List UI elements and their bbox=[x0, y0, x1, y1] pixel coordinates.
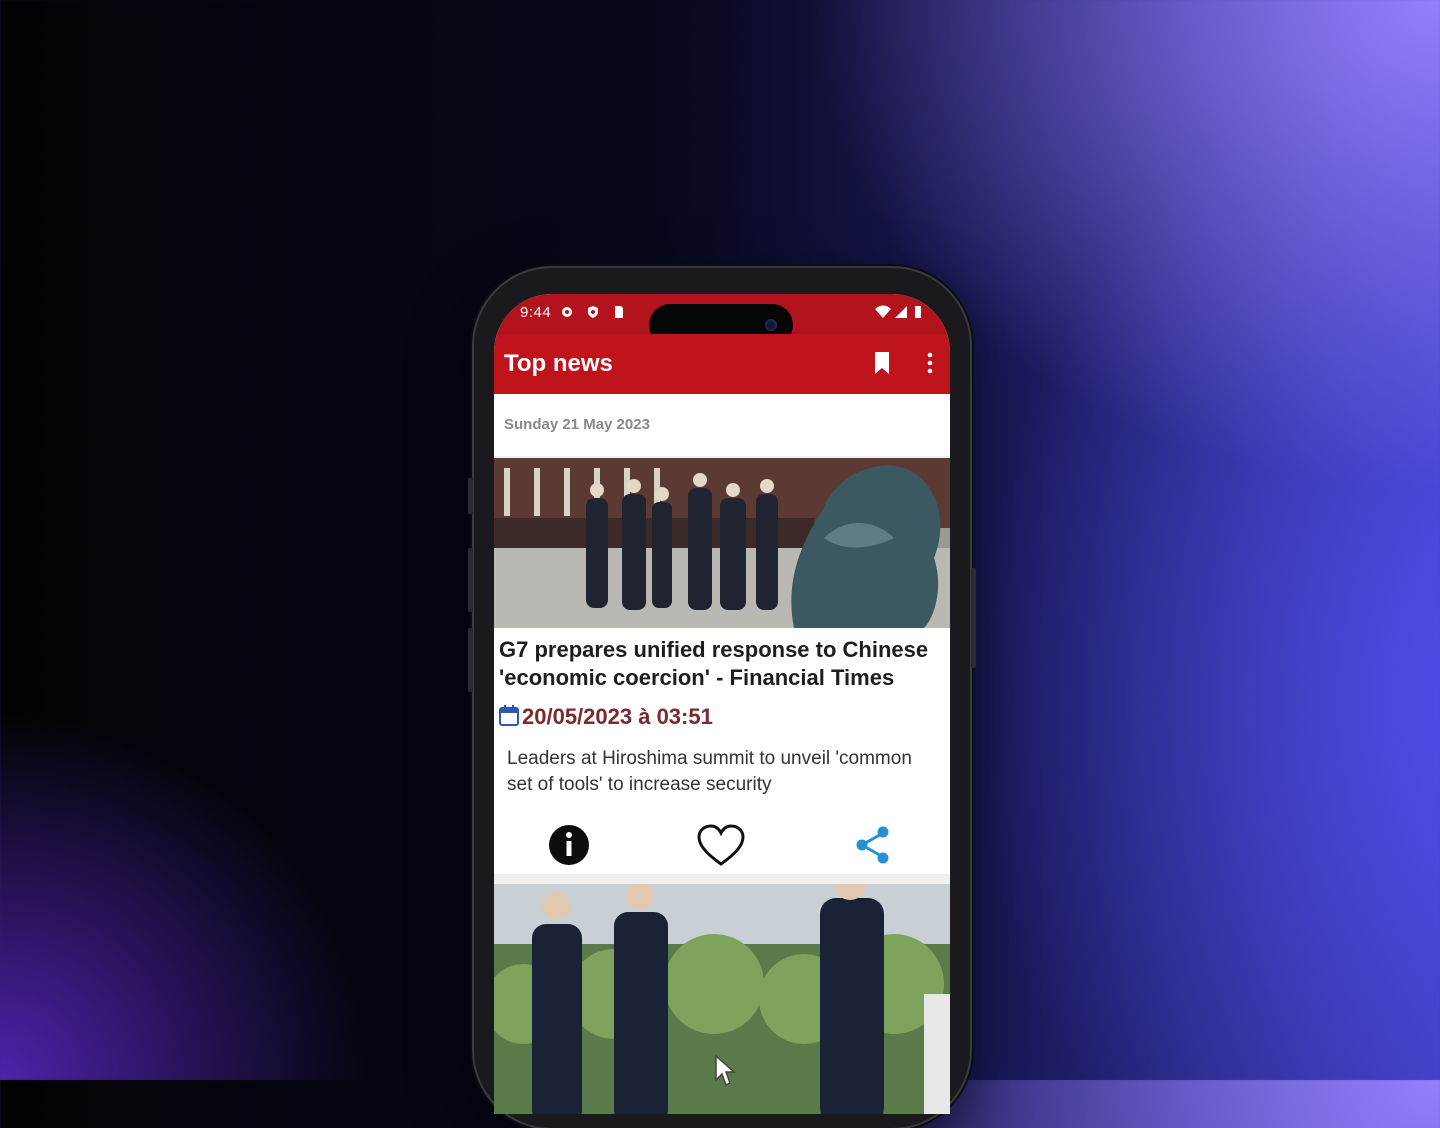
phone-screen: 9:44 Top news Sunday 21 May 2023 G7 prep… bbox=[494, 294, 950, 1114]
settings-icon bbox=[562, 307, 572, 317]
battery-icon bbox=[915, 306, 921, 318]
article-photo[interactable] bbox=[494, 458, 950, 628]
volume-down-button bbox=[468, 628, 473, 692]
signal-icon bbox=[895, 306, 907, 318]
wifi-icon bbox=[875, 305, 891, 318]
article-summary[interactable]: Leaders at Hiroshima summit to unveil 'c… bbox=[507, 746, 937, 798]
mouse-cursor-icon bbox=[715, 1054, 736, 1087]
more-vertical-icon[interactable] bbox=[926, 350, 934, 376]
sim-card-icon bbox=[615, 306, 623, 318]
volume-up-button bbox=[468, 548, 473, 612]
date-header: Sunday 21 May 2023 bbox=[494, 394, 950, 456]
date-header-text: Sunday 21 May 2023 bbox=[504, 416, 650, 433]
action-button bbox=[468, 478, 473, 514]
article-card[interactable]: G7 prepares unified response to Chinese … bbox=[494, 458, 950, 874]
heart-icon[interactable] bbox=[696, 824, 746, 868]
front-camera bbox=[765, 319, 777, 331]
bookmark-icon[interactable] bbox=[872, 350, 892, 376]
phone-frame: 9:44 Top news Sunday 21 May 2023 G7 prep… bbox=[468, 268, 976, 1128]
article-actions bbox=[494, 818, 950, 874]
app-bar: Top news bbox=[494, 334, 950, 394]
news-feed[interactable]: Sunday 21 May 2023 G7 prepares unified r… bbox=[494, 394, 950, 1114]
status-time: 9:44 bbox=[520, 304, 552, 321]
article-date-text: 20/05/2023 à 03:51 bbox=[522, 704, 713, 729]
article-headline[interactable]: G7 prepares unified response to Chinese … bbox=[499, 636, 947, 692]
shield-icon bbox=[588, 306, 598, 318]
power-button bbox=[971, 568, 976, 668]
app-bar-title: Top news bbox=[504, 350, 613, 377]
share-icon[interactable] bbox=[852, 824, 894, 866]
info-icon[interactable] bbox=[548, 824, 590, 866]
calendar-icon bbox=[499, 705, 519, 726]
